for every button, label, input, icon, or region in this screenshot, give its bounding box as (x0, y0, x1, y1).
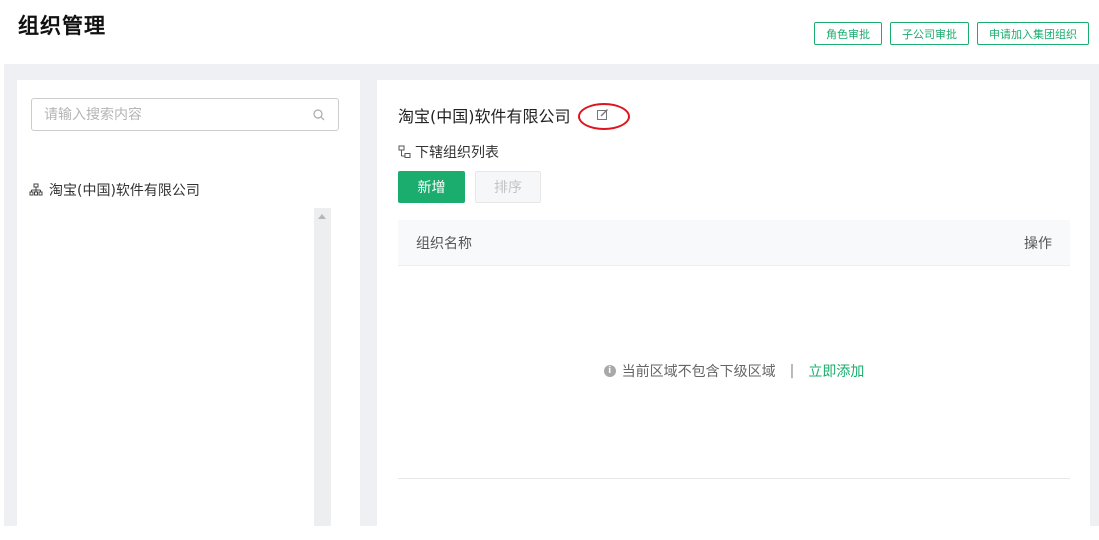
scroll-up-arrow-icon[interactable] (318, 214, 326, 219)
list-actions: 新增 排序 (398, 171, 541, 203)
sort-button[interactable]: 排序 (475, 171, 541, 203)
sub-org-list-label: 下辖组织列表 (415, 145, 499, 161)
sub-org-list-heading: 下辖组织列表 (398, 142, 499, 162)
sub-org-icon (398, 145, 411, 158)
sub-org-table: 组织名称 操作 i 当前区域不包含下级区域 | 立即添加 (398, 220, 1070, 479)
table-header: 组织名称 操作 (398, 220, 1070, 266)
empty-state: i 当前区域不包含下级区域 | 立即添加 (398, 361, 1070, 381)
info-icon: i (603, 365, 616, 377)
header-actions: 角色审批 子公司审批 申请加入集团组织 (814, 22, 1089, 45)
edit-name-control[interactable] (575, 100, 631, 130)
search-input[interactable] (44, 106, 312, 123)
org-tree-panel: 淘宝(中国)软件有限公司 (17, 80, 360, 526)
column-actions: 操作 (1024, 235, 1052, 252)
join-group-button[interactable]: 申请加入集团组织 (977, 22, 1089, 45)
org-title-row: 淘宝(中国)软件有限公司 (398, 100, 631, 130)
separator: | (789, 363, 795, 379)
tree-item-root-org[interactable]: 淘宝(中国)软件有限公司 (29, 180, 200, 200)
highlight-circle-annotation (577, 103, 630, 130)
subsidiary-approval-button[interactable]: 子公司审批 (890, 22, 969, 45)
role-approval-button[interactable]: 角色审批 (814, 22, 882, 45)
tree-item-label: 淘宝(中国)软件有限公司 (49, 183, 200, 199)
search-icon[interactable] (312, 108, 326, 122)
org-name-title: 淘宝(中国)软件有限公司 (398, 107, 571, 126)
table-body: i 当前区域不包含下级区域 | 立即添加 (398, 266, 1070, 479)
org-detail-panel: 淘宝(中国)软件有限公司 下辖组织列表 新增 排序 组织名称 操作 i 当前区域… (377, 80, 1090, 526)
page-title: 组织管理 (18, 14, 106, 38)
tree-scrollbar[interactable] (314, 208, 331, 526)
add-button[interactable]: 新增 (398, 171, 465, 203)
org-tree-icon (29, 183, 43, 196)
add-now-link[interactable]: 立即添加 (808, 361, 864, 381)
search-box[interactable] (31, 98, 339, 131)
empty-state-text: 当前区域不包含下级区域 (621, 364, 776, 380)
column-org-name: 组织名称 (416, 235, 472, 252)
